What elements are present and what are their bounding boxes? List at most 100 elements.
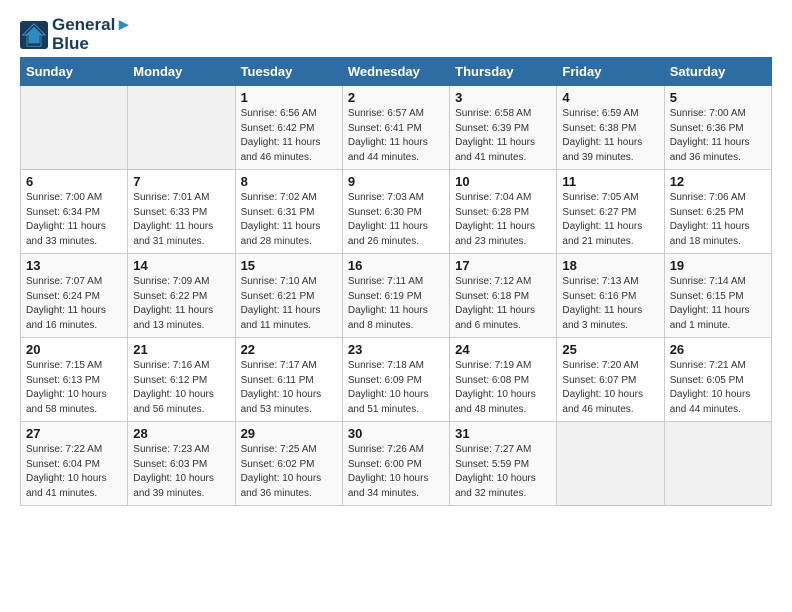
day-detail: Sunrise: 7:25 AMSunset: 6:02 PMDaylight:… [241,443,337,501]
calendar-cell: 28 Sunrise: 7:23 AMSunset: 6:03 PMDayligh… [128,422,235,506]
calendar-cell: 13 Sunrise: 7:07 AMSunset: 6:24 PMDayligh… [21,254,128,338]
day-number: 24 [455,342,551,357]
day-number: 27 [26,426,122,441]
day-detail: Sunrise: 6:56 AMSunset: 6:42 PMDaylight:… [241,107,337,165]
day-detail: Sunrise: 7:18 AMSunset: 6:09 PMDaylight:… [348,359,444,417]
day-number: 25 [562,342,658,357]
day-of-week-header: Monday [128,58,235,86]
day-number: 15 [241,258,337,273]
calendar-cell [128,86,235,170]
day-number: 21 [133,342,229,357]
day-number: 11 [562,174,658,189]
day-number: 17 [455,258,551,273]
day-of-week-header: Friday [557,58,664,86]
day-detail: Sunrise: 6:57 AMSunset: 6:41 PMDaylight:… [348,107,444,165]
calendar-cell: 3Sunrise: 6:58 AMSunset: 6:39 PMDaylight… [450,86,557,170]
day-number: 19 [670,258,766,273]
calendar-week-row: 6 Sunrise: 7:00 AMSunset: 6:34 PMDaylight… [21,170,772,254]
day-number: 18 [562,258,658,273]
day-number: 9 [348,174,444,189]
day-detail: Sunrise: 7:12 AMSunset: 6:18 PMDaylight:… [455,275,551,333]
day-detail: Sunrise: 7:21 AMSunset: 6:05 PMDaylight:… [670,359,766,417]
day-detail: Sunrise: 7:22 AMSunset: 6:04 PMDaylight:… [26,443,122,501]
day-number: 10 [455,174,551,189]
day-number: 13 [26,258,122,273]
day-number: 31 [455,426,551,441]
day-number: 4 [562,90,658,105]
day-number: 28 [133,426,229,441]
day-number: 23 [348,342,444,357]
calendar-cell [557,422,664,506]
calendar-cell: 9 Sunrise: 7:03 AMSunset: 6:30 PMDaylight… [342,170,449,254]
day-detail: Sunrise: 7:00 AMSunset: 6:36 PMDaylight:… [670,107,766,165]
day-detail: Sunrise: 7:07 AMSunset: 6:24 PMDaylight:… [26,275,122,333]
day-number: 12 [670,174,766,189]
logo: General► Blue [20,16,132,53]
calendar-cell: 15 Sunrise: 7:10 AMSunset: 6:21 PMDayligh… [235,254,342,338]
day-number: 2 [348,90,444,105]
day-detail: Sunrise: 7:16 AMSunset: 6:12 PMDaylight:… [133,359,229,417]
calendar-cell: 14Sunrise: 7:09 AMSunset: 6:22 PMDayligh… [128,254,235,338]
day-detail: Sunrise: 6:59 AMSunset: 6:38 PMDaylight:… [562,107,658,165]
day-detail: Sunrise: 7:11 AMSunset: 6:19 PMDaylight:… [348,275,444,333]
day-detail: Sunrise: 7:23 AMSunset: 6:03 PMDaylight:… [133,443,229,501]
calendar-cell: 5Sunrise: 7:00 AMSunset: 6:36 PMDaylight… [664,86,771,170]
calendar-cell: 6 Sunrise: 7:00 AMSunset: 6:34 PMDaylight… [21,170,128,254]
calendar-cell: 20 Sunrise: 7:15 AMSunset: 6:13 PMDayligh… [21,338,128,422]
calendar-cell: 21 Sunrise: 7:16 AMSunset: 6:12 PMDayligh… [128,338,235,422]
day-number: 30 [348,426,444,441]
calendar-cell: 12Sunrise: 7:06 AMSunset: 6:25 PMDayligh… [664,170,771,254]
day-detail: Sunrise: 7:20 AMSunset: 6:07 PMDaylight:… [562,359,658,417]
calendar-cell: 8 Sunrise: 7:02 AMSunset: 6:31 PMDaylight… [235,170,342,254]
calendar-cell: 2 Sunrise: 6:57 AMSunset: 6:41 PMDaylight… [342,86,449,170]
logo-line2: Blue [52,35,132,54]
day-number: 7 [133,174,229,189]
calendar-week-row: 20 Sunrise: 7:15 AMSunset: 6:13 PMDayligh… [21,338,772,422]
day-detail: Sunrise: 7:01 AMSunset: 6:33 PMDaylight:… [133,191,229,249]
calendar-cell: 30Sunrise: 7:26 AMSunset: 6:00 PMDayligh… [342,422,449,506]
day-detail: Sunrise: 7:13 AMSunset: 6:16 PMDaylight:… [562,275,658,333]
day-number: 22 [241,342,337,357]
calendar-cell: 31 Sunrise: 7:27 AMSunset: 5:59 PMDayligh… [450,422,557,506]
day-number: 26 [670,342,766,357]
calendar-week-row: 1 Sunrise: 6:56 AMSunset: 6:42 PMDaylight… [21,86,772,170]
day-detail: Sunrise: 7:14 AMSunset: 6:15 PMDaylight:… [670,275,766,333]
day-detail: Sunrise: 7:15 AMSunset: 6:13 PMDaylight:… [26,359,122,417]
day-number: 16 [348,258,444,273]
page-header: General► Blue [20,16,772,53]
day-detail: Sunrise: 7:03 AMSunset: 6:30 PMDaylight:… [348,191,444,249]
calendar-table: SundayMondayTuesdayWednesdayThursdayFrid… [20,57,772,506]
calendar-cell: 16 Sunrise: 7:11 AMSunset: 6:19 PMDayligh… [342,254,449,338]
day-number: 29 [241,426,337,441]
calendar-cell: 23 Sunrise: 7:18 AMSunset: 6:09 PMDayligh… [342,338,449,422]
logo-icon [20,21,48,49]
calendar-cell: 1 Sunrise: 6:56 AMSunset: 6:42 PMDaylight… [235,86,342,170]
calendar-cell: 26 Sunrise: 7:21 AMSunset: 6:05 PMDayligh… [664,338,771,422]
day-of-week-header: Sunday [21,58,128,86]
day-number: 8 [241,174,337,189]
logo-line1: General► [52,16,132,35]
calendar-cell [664,422,771,506]
calendar-cell: 27 Sunrise: 7:22 AMSunset: 6:04 PMDayligh… [21,422,128,506]
day-detail: Sunrise: 6:58 AMSunset: 6:39 PMDaylight:… [455,107,551,165]
day-detail: Sunrise: 7:17 AMSunset: 6:11 PMDaylight:… [241,359,337,417]
calendar-week-row: 27 Sunrise: 7:22 AMSunset: 6:04 PMDayligh… [21,422,772,506]
day-number: 20 [26,342,122,357]
day-detail: Sunrise: 7:19 AMSunset: 6:08 PMDaylight:… [455,359,551,417]
day-detail: Sunrise: 7:05 AMSunset: 6:27 PMDaylight:… [562,191,658,249]
calendar-cell: 10Sunrise: 7:04 AMSunset: 6:28 PMDayligh… [450,170,557,254]
day-of-week-header: Wednesday [342,58,449,86]
day-number: 14 [133,258,229,273]
day-detail: Sunrise: 7:10 AMSunset: 6:21 PMDaylight:… [241,275,337,333]
day-of-week-header: Saturday [664,58,771,86]
day-number: 6 [26,174,122,189]
day-detail: Sunrise: 7:02 AMSunset: 6:31 PMDaylight:… [241,191,337,249]
calendar-cell: 17 Sunrise: 7:12 AMSunset: 6:18 PMDayligh… [450,254,557,338]
day-detail: Sunrise: 7:27 AMSunset: 5:59 PMDaylight:… [455,443,551,501]
calendar-cell: 18 Sunrise: 7:13 AMSunset: 6:16 PMDayligh… [557,254,664,338]
calendar-cell: 25 Sunrise: 7:20 AMSunset: 6:07 PMDayligh… [557,338,664,422]
day-detail: Sunrise: 7:00 AMSunset: 6:34 PMDaylight:… [26,191,122,249]
calendar-cell: 24 Sunrise: 7:19 AMSunset: 6:08 PMDayligh… [450,338,557,422]
day-number: 1 [241,90,337,105]
calendar-cell: 4 Sunrise: 6:59 AMSunset: 6:38 PMDaylight… [557,86,664,170]
